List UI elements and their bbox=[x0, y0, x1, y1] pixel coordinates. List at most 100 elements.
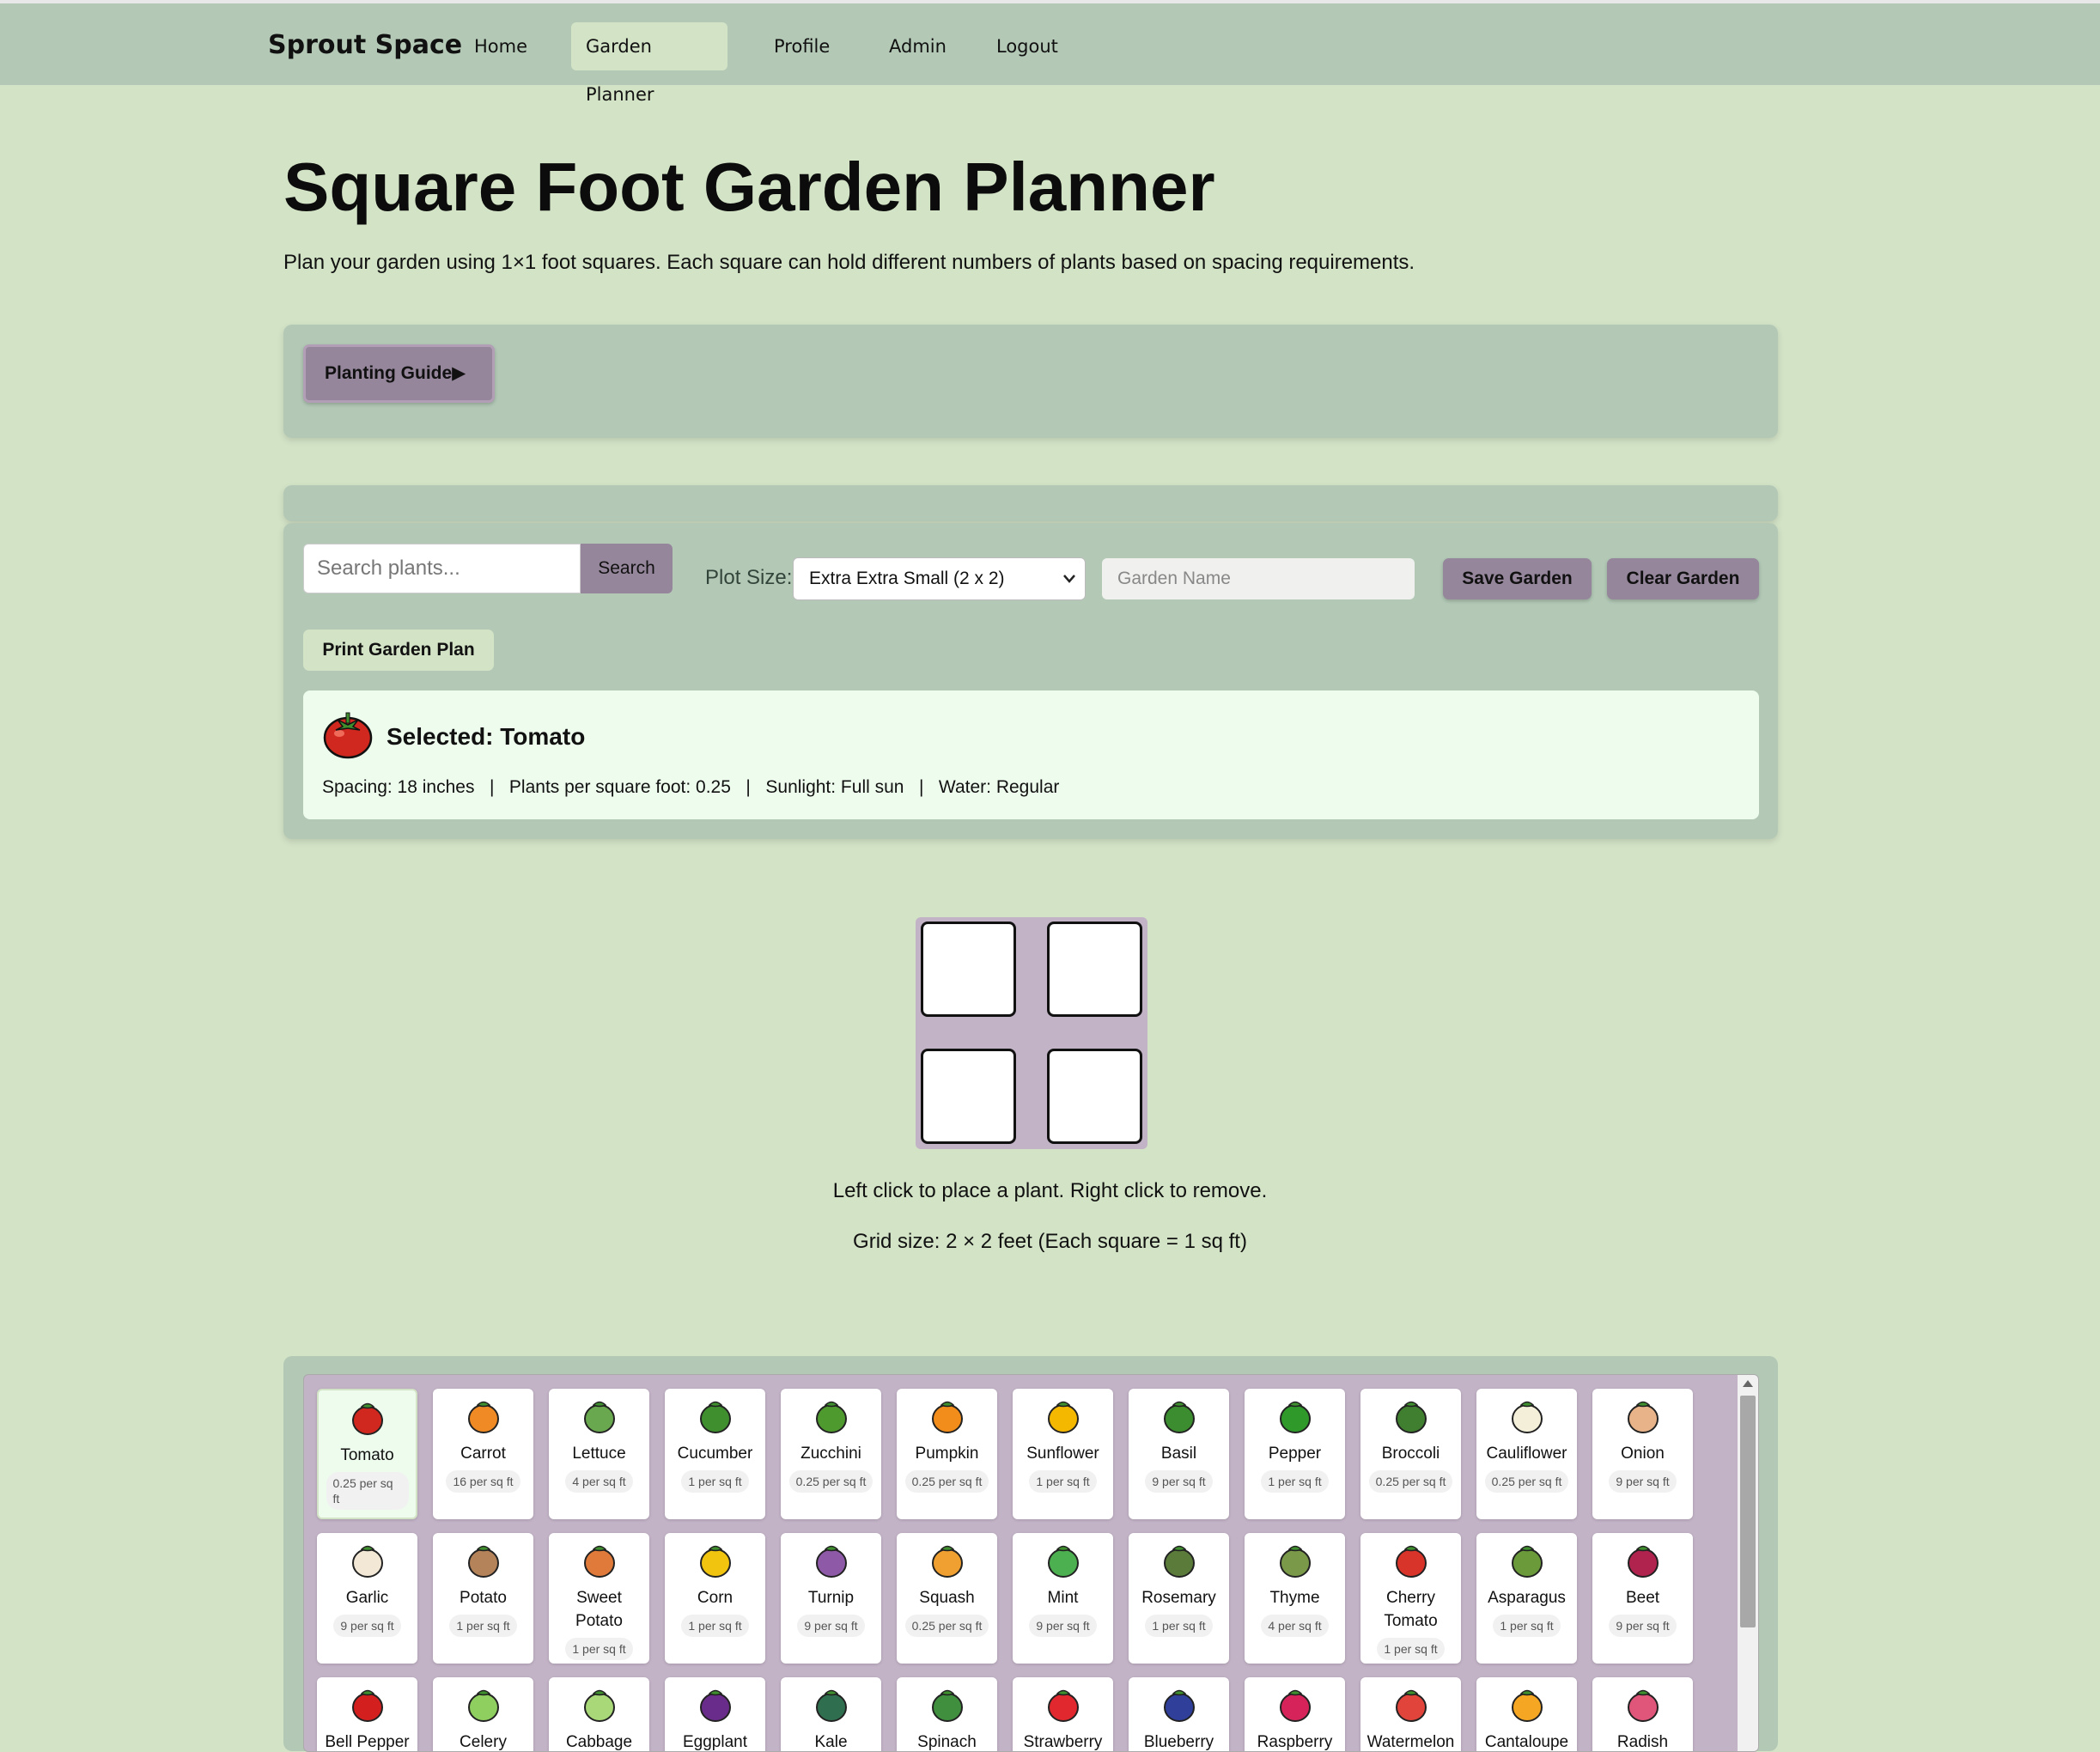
rosemary-icon bbox=[1163, 1545, 1195, 1578]
plant-card-cherry-tomato[interactable]: Cherry Tomato 1 per sq ft bbox=[1360, 1533, 1461, 1664]
cabbage-icon bbox=[583, 1689, 615, 1722]
plant-card-broccoli[interactable]: Broccoli 0.25 per sq ft bbox=[1360, 1389, 1461, 1519]
plant-card-sunflower[interactable]: Sunflower 1 per sq ft bbox=[1013, 1389, 1113, 1519]
plot-size-label: Plot Size: bbox=[705, 566, 793, 589]
plant-name: Cucumber bbox=[677, 1445, 753, 1463]
plant-card-watermelon[interactable]: Watermelon bbox=[1360, 1677, 1461, 1751]
plant-rate-badge: 1 per sq ft bbox=[681, 1470, 749, 1493]
plant-name: Garlic bbox=[345, 1589, 389, 1607]
toolbar-header-strip bbox=[283, 485, 1778, 521]
plant-rate-badge: 0.25 per sq ft bbox=[326, 1472, 409, 1510]
selected-plant-card: Selected: Tomato Spacing: 18 inches | Pl… bbox=[303, 690, 1759, 819]
save-garden-button[interactable]: Save Garden bbox=[1443, 558, 1592, 599]
plant-card-celery[interactable]: Celery bbox=[433, 1677, 533, 1751]
garden-name-input[interactable]: Garden Name bbox=[1102, 558, 1415, 599]
cherry-tomato-icon bbox=[1395, 1545, 1427, 1578]
plant-card-pumpkin[interactable]: Pumpkin 0.25 per sq ft bbox=[897, 1389, 997, 1519]
plant-name: Celery bbox=[460, 1733, 507, 1751]
bell-pepper-icon bbox=[351, 1689, 383, 1722]
plant-card-bell-pepper[interactable]: Bell Pepper bbox=[317, 1677, 417, 1751]
chevron-down-icon bbox=[1062, 558, 1076, 615]
nav-profile[interactable]: Profile bbox=[759, 22, 844, 70]
plant-rate-badge: 9 per sq ft bbox=[1609, 1615, 1677, 1637]
broccoli-icon bbox=[1395, 1401, 1427, 1433]
plant-card-strawberry[interactable]: Strawberry bbox=[1013, 1677, 1113, 1751]
plant-rate-badge: 9 per sq ft bbox=[333, 1615, 401, 1637]
zucchini-icon bbox=[815, 1401, 847, 1433]
plant-name: Asparagus bbox=[1488, 1589, 1566, 1607]
search-input[interactable]: Search plants... bbox=[303, 544, 581, 593]
nav-home[interactable]: Home bbox=[460, 22, 542, 70]
plant-name: Eggplant bbox=[682, 1733, 747, 1751]
plant-card-squash[interactable]: Squash 0.25 per sq ft bbox=[897, 1533, 997, 1664]
plant-card-corn[interactable]: Corn 1 per sq ft bbox=[665, 1533, 765, 1664]
plant-rate-badge: 9 per sq ft bbox=[797, 1615, 865, 1637]
plot-size-select[interactable]: Extra Extra Small (2 x 2) bbox=[793, 557, 1086, 600]
plant-name: Radish bbox=[1616, 1733, 1669, 1751]
plant-card-rosemary[interactable]: Rosemary 1 per sq ft bbox=[1129, 1533, 1229, 1664]
brand-logo[interactable]: Sprout Space bbox=[268, 30, 462, 60]
grid-square[interactable] bbox=[1047, 922, 1142, 1017]
grid-square[interactable] bbox=[921, 922, 1016, 1017]
plant-card-basil[interactable]: Basil 9 per sq ft bbox=[1129, 1389, 1229, 1519]
clear-garden-button[interactable]: Clear Garden bbox=[1607, 558, 1759, 599]
plant-card-cucumber[interactable]: Cucumber 1 per sq ft bbox=[665, 1389, 765, 1519]
plant-card-cauliflower[interactable]: Cauliflower 0.25 per sq ft bbox=[1476, 1389, 1577, 1519]
page-title: Square Foot Garden Planner bbox=[283, 149, 1215, 225]
plant-card-radish[interactable]: Radish bbox=[1592, 1677, 1693, 1751]
plant-rate-badge: 0.25 per sq ft bbox=[1368, 1470, 1453, 1493]
plant-card-turnip[interactable]: Turnip 9 per sq ft bbox=[781, 1533, 881, 1664]
plant-card-blueberry[interactable]: Blueberry bbox=[1129, 1677, 1229, 1751]
plant-name: Watermelon bbox=[1367, 1733, 1455, 1751]
kale-icon bbox=[815, 1689, 847, 1722]
plant-card-beet[interactable]: Beet 9 per sq ft bbox=[1592, 1533, 1693, 1664]
lettuce-icon bbox=[583, 1401, 615, 1433]
nav-garden-planner[interactable]: Garden Planner bbox=[571, 22, 727, 105]
plant-card-garlic[interactable]: Garlic 9 per sq ft bbox=[317, 1533, 417, 1664]
nav-admin[interactable]: Admin bbox=[874, 22, 961, 70]
plant-name: Zucchini bbox=[800, 1445, 861, 1463]
plant-card-raspberry[interactable]: Raspberry bbox=[1245, 1677, 1345, 1751]
plant-card-eggplant[interactable]: Eggplant bbox=[665, 1677, 765, 1751]
basil-icon bbox=[1163, 1401, 1195, 1433]
plant-card-kale[interactable]: Kale bbox=[781, 1677, 881, 1751]
plant-card-mint[interactable]: Mint 9 per sq ft bbox=[1013, 1533, 1113, 1664]
plant-card-asparagus[interactable]: Asparagus 1 per sq ft bbox=[1476, 1533, 1577, 1664]
plant-card-zucchini[interactable]: Zucchini 0.25 per sq ft bbox=[781, 1389, 881, 1519]
garlic-icon bbox=[351, 1545, 383, 1578]
plant-card-spinach[interactable]: Spinach bbox=[897, 1677, 997, 1751]
plant-card-onion[interactable]: Onion 9 per sq ft bbox=[1592, 1389, 1693, 1519]
plant-card-potato[interactable]: Potato 1 per sq ft bbox=[433, 1533, 533, 1664]
plant-card-lettuce[interactable]: Lettuce 4 per sq ft bbox=[549, 1389, 649, 1519]
plant-card-tomato[interactable]: Tomato 0.25 per sq ft bbox=[317, 1389, 417, 1519]
grid-square[interactable] bbox=[1047, 1049, 1142, 1144]
plant-card-thyme[interactable]: Thyme 4 per sq ft bbox=[1245, 1533, 1345, 1664]
plant-rate-badge: 9 per sq ft bbox=[1609, 1470, 1677, 1493]
grid-square[interactable] bbox=[921, 1049, 1016, 1144]
planting-guide-button[interactable]: Planting Guide▶ bbox=[303, 344, 495, 403]
plant-card-cantaloupe[interactable]: Cantaloupe bbox=[1476, 1677, 1577, 1751]
planting-guide-label: Planting Guide bbox=[325, 363, 453, 383]
sweet-potato-icon bbox=[583, 1545, 615, 1578]
search-button[interactable]: Search bbox=[581, 544, 673, 593]
radish-icon bbox=[1627, 1689, 1659, 1722]
plant-card-cabbage[interactable]: Cabbage bbox=[549, 1677, 649, 1751]
plant-card-carrot[interactable]: Carrot 16 per sq ft bbox=[433, 1389, 533, 1519]
squash-icon bbox=[931, 1545, 963, 1578]
corn-icon bbox=[699, 1545, 731, 1578]
eggplant-icon bbox=[699, 1689, 731, 1722]
nav-logout[interactable]: Logout bbox=[982, 22, 1073, 70]
plant-name: Raspberry bbox=[1257, 1733, 1333, 1751]
plant-name: Corn bbox=[697, 1589, 733, 1607]
plant-rate-badge: 1 per sq ft bbox=[565, 1638, 633, 1660]
palette-scrollbar[interactable] bbox=[1738, 1375, 1758, 1751]
plant-card-pepper[interactable]: Pepper 1 per sq ft bbox=[1245, 1389, 1345, 1519]
plant-name: Cabbage bbox=[565, 1733, 633, 1751]
scroll-up-arrow-icon[interactable] bbox=[1743, 1380, 1753, 1387]
plant-card-sweet-potato[interactable]: Sweet Potato 1 per sq ft bbox=[549, 1533, 649, 1664]
print-garden-plan-button[interactable]: Print Garden Plan bbox=[303, 630, 494, 671]
plant-rate-badge: 0.25 per sq ft bbox=[904, 1470, 989, 1493]
plant-name: Bell Pepper bbox=[325, 1733, 410, 1751]
scroll-thumb[interactable] bbox=[1740, 1396, 1756, 1627]
plant-name: Rosemary bbox=[1141, 1589, 1216, 1607]
